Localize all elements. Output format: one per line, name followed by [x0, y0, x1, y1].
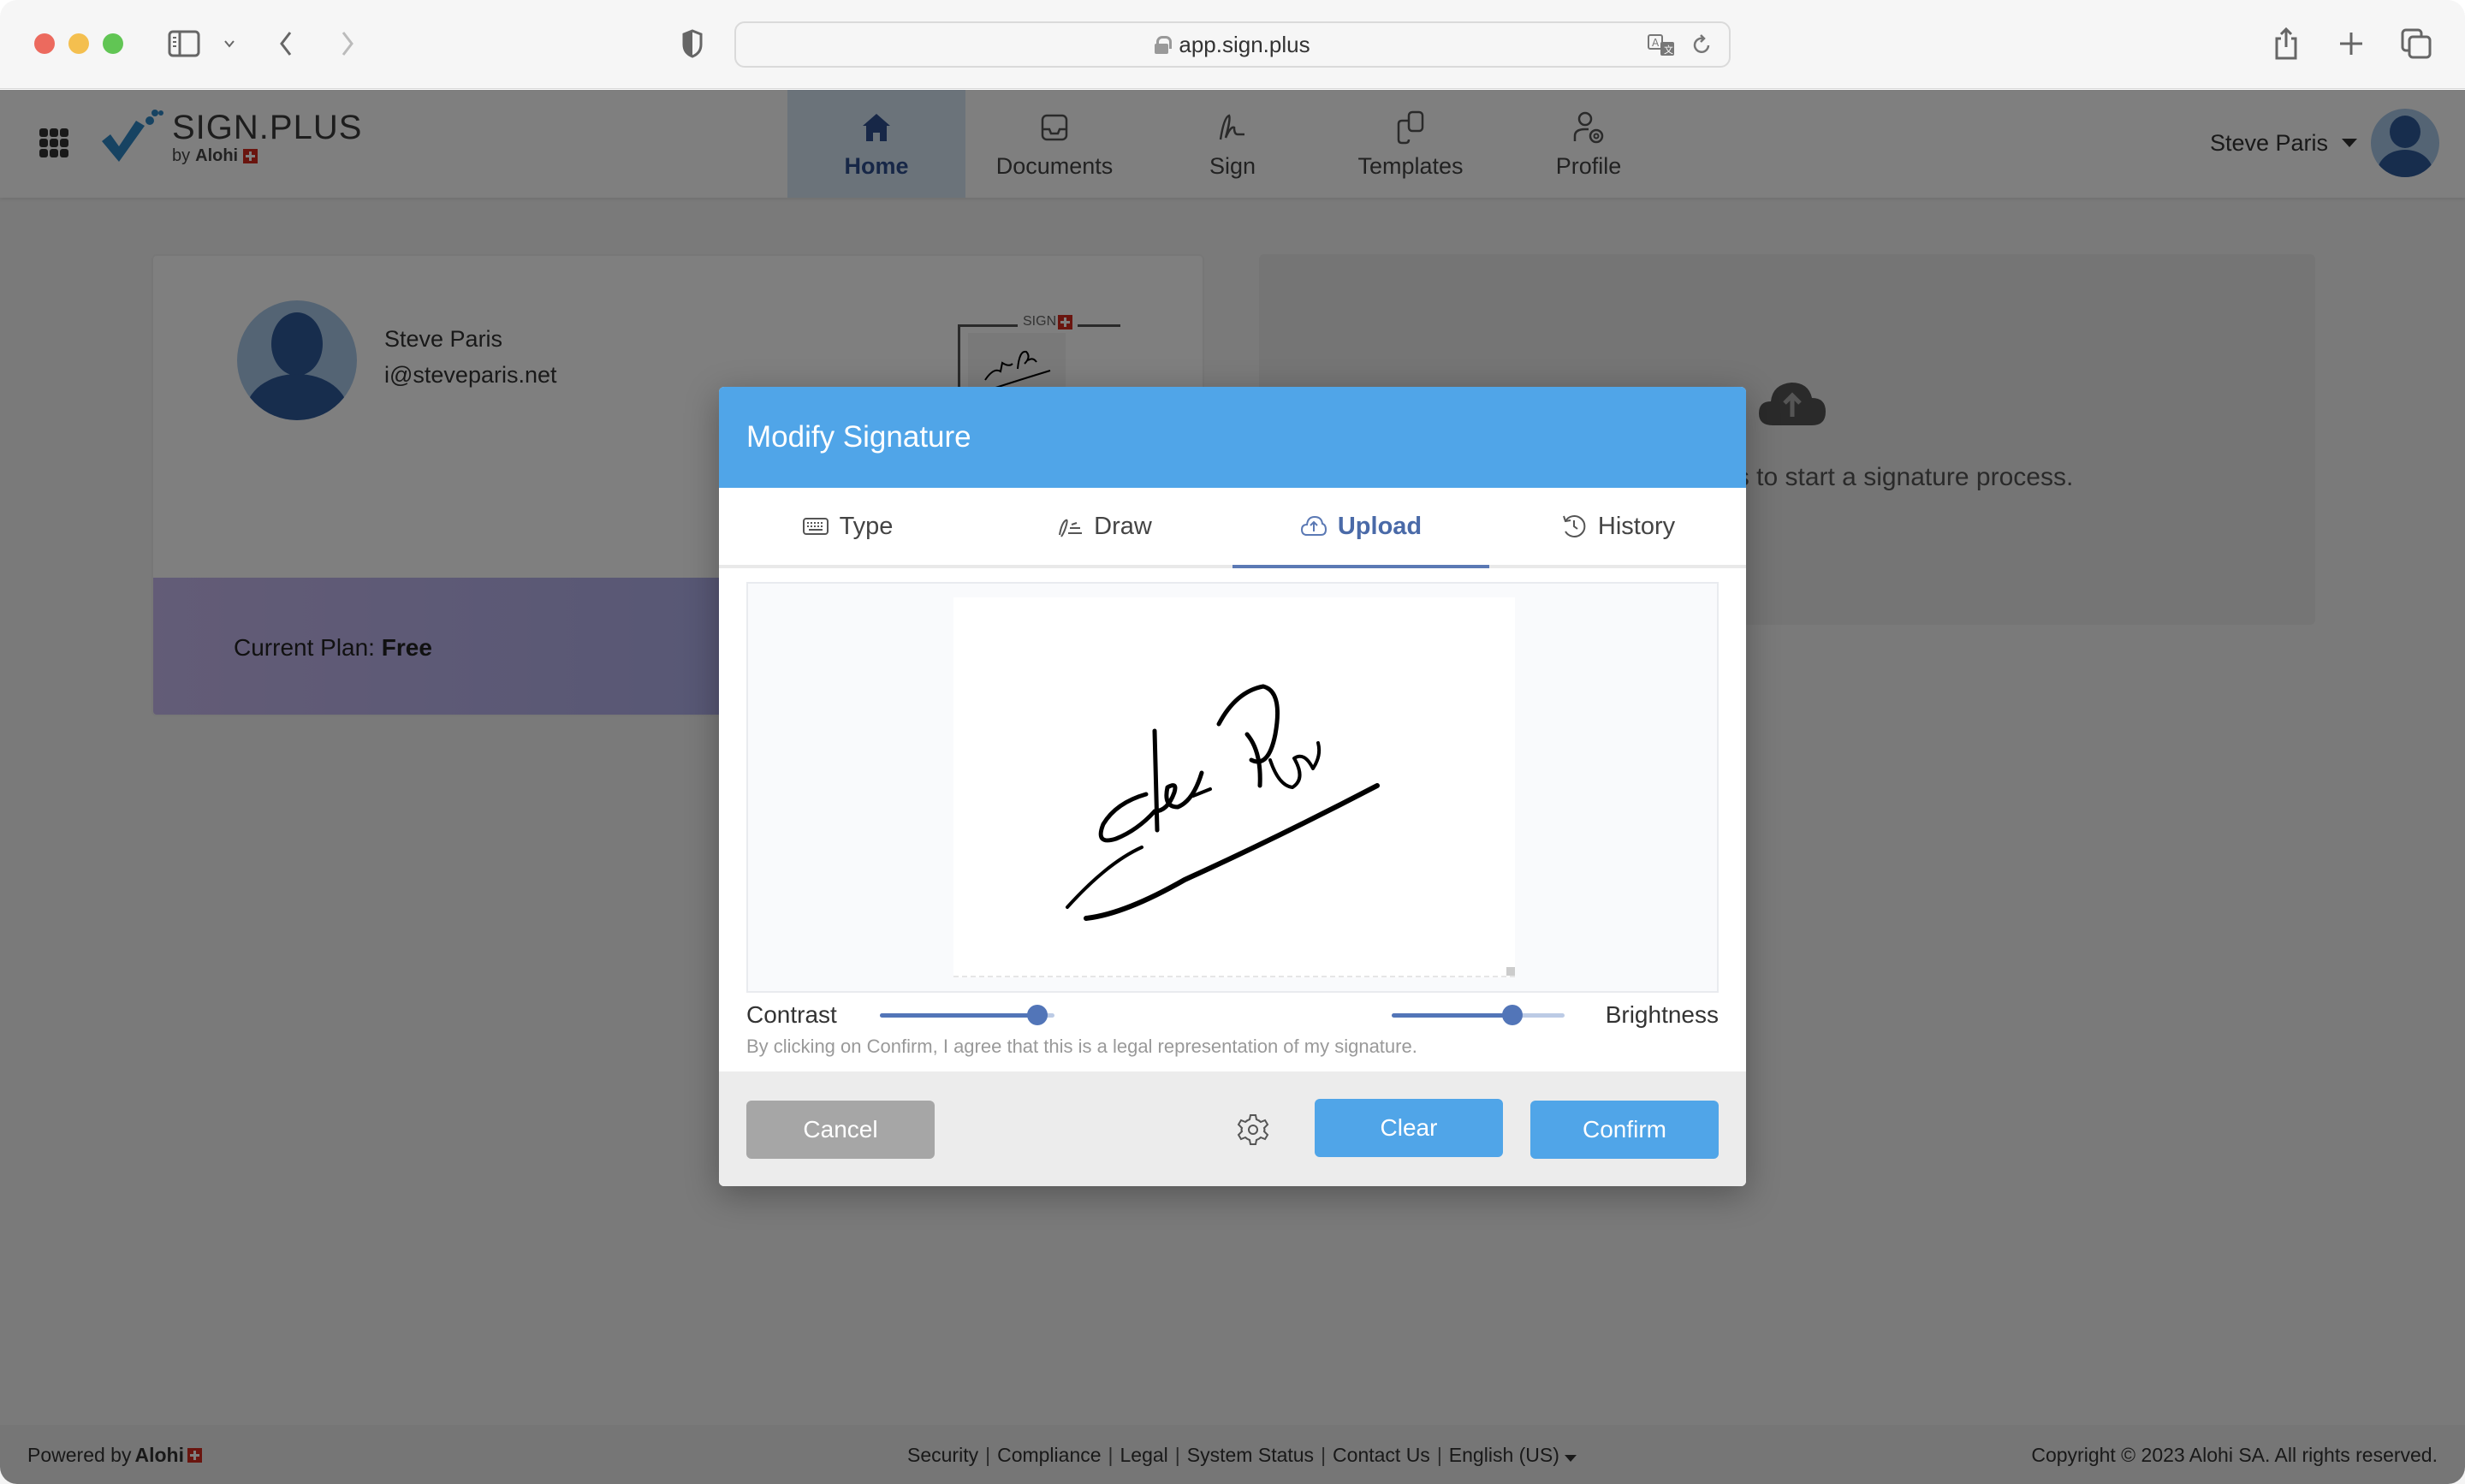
brightness-slider[interactable]	[1392, 998, 1565, 1032]
signature-tabs: Type Draw Upload History	[719, 488, 1746, 568]
legal-note: By clicking on Confirm, I agree that thi…	[746, 1036, 1417, 1057]
maximize-window-button[interactable]	[103, 33, 123, 54]
close-window-button[interactable]	[34, 33, 55, 54]
shield-icon[interactable]	[680, 26, 705, 62]
share-icon[interactable]	[2272, 26, 2301, 62]
brightness-slider-thumb[interactable]	[1502, 1005, 1524, 1025]
tab-upload-label: Upload	[1337, 512, 1423, 540]
browser-toolbar: app.sign.plus A文	[0, 0, 2465, 89]
uploaded-signature-image[interactable]	[953, 597, 1515, 977]
forward-icon[interactable]	[337, 26, 358, 62]
back-icon[interactable]	[276, 26, 296, 62]
signature-canvas-area	[746, 582, 1719, 993]
address-bar[interactable]: app.sign.plus A文	[734, 21, 1731, 68]
modify-signature-dialog: Modify Signature Type Draw Upload Histor…	[719, 387, 1746, 1186]
lock-icon	[1155, 36, 1173, 54]
cancel-button[interactable]: Cancel	[746, 1101, 935, 1159]
resize-handle[interactable]	[1506, 967, 1515, 976]
minimize-window-button[interactable]	[68, 33, 89, 54]
draw-icon	[1059, 519, 1083, 537]
brightness-slider-fill	[1392, 1013, 1513, 1018]
dialog-footer: Cancel Clear Confirm	[719, 1071, 1746, 1186]
svg-text:文: 文	[1664, 44, 1673, 56]
sidebar-icon[interactable]	[168, 26, 200, 62]
tab-draw-label: Draw	[1094, 512, 1152, 540]
adjustment-row: Contrast Brightness	[746, 998, 1719, 1032]
signature-strokes	[1066, 684, 1380, 921]
clear-button[interactable]: Clear	[1315, 1099, 1503, 1157]
contrast-slider-thumb[interactable]	[1026, 1005, 1048, 1025]
svg-text:A: A	[1652, 37, 1660, 49]
tab-history[interactable]: History	[1489, 488, 1746, 565]
dialog-title: Modify Signature	[746, 420, 971, 454]
contrast-slider-fill	[880, 1013, 1037, 1018]
reload-icon[interactable]	[1691, 33, 1712, 65]
url-text: app.sign.plus	[1179, 31, 1310, 57]
gear-icon[interactable]	[1236, 1113, 1270, 1147]
tab-history-label: History	[1597, 512, 1676, 540]
brightness-label: Brightness	[1605, 1001, 1719, 1028]
keyboard-icon	[802, 518, 829, 535]
translate-icon[interactable]: A文	[1647, 33, 1679, 65]
cloud-upload-icon	[1300, 515, 1327, 536]
confirm-button[interactable]: Confirm	[1530, 1101, 1719, 1159]
tab-draw[interactable]: Draw	[976, 488, 1232, 565]
history-icon	[1562, 515, 1586, 537]
tab-upload[interactable]: Upload	[1232, 488, 1489, 568]
contrast-slider[interactable]	[880, 998, 1054, 1032]
chevron-down-icon[interactable]	[221, 26, 238, 62]
tabs-overview-icon[interactable]	[2400, 26, 2432, 62]
contrast-label: Contrast	[746, 1001, 837, 1028]
tab-type-label: Type	[839, 512, 894, 540]
tab-type[interactable]: Type	[719, 488, 976, 565]
dialog-header: Modify Signature	[719, 387, 1746, 488]
new-tab-icon[interactable]	[2337, 26, 2366, 62]
